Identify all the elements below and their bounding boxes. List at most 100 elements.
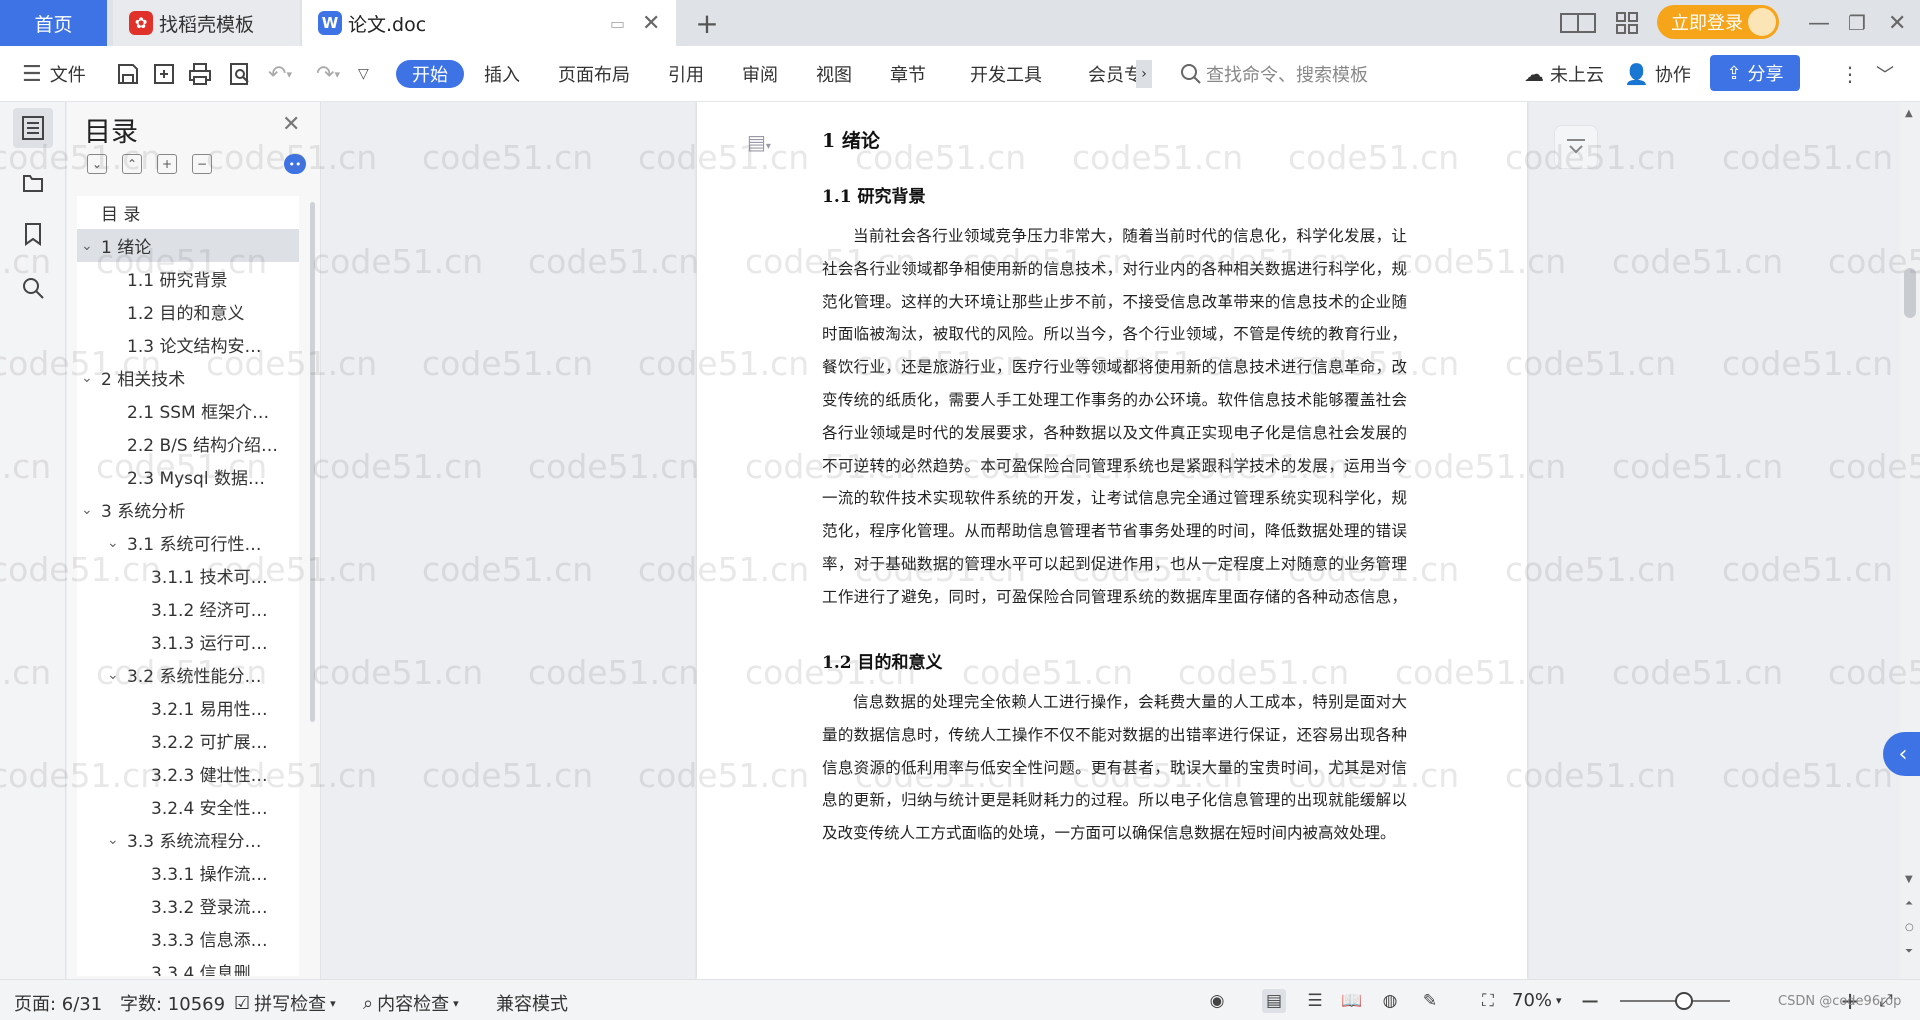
toc-item[interactable]: 2.1 SSM 框架介… [77,394,299,427]
scroll-up-icon[interactable]: ▲ [1905,108,1913,119]
add-heading-icon[interactable]: + [157,154,177,174]
fit-page-icon[interactable]: ⛶ [1476,989,1500,1013]
spell-check-button[interactable]: ☑ 拼写检查 ▾ [234,990,336,1016]
cloud-status-button[interactable]: ☁ 未上云 [1524,60,1604,88]
prev-page-icon[interactable]: ⏶ [1905,898,1913,909]
layout-toggle-icon[interactable] [1560,0,1596,46]
page-options-icon[interactable]: ▤▾ [747,130,771,154]
chevron-down-icon[interactable]: ⌄ [107,832,123,848]
web-view-icon[interactable]: ◍ [1378,989,1402,1013]
document-page[interactable]: ▤▾ 1 绪论 1.1 研究背景 当前社会各行业领域竞争压力非常大，随着当前时代… [697,102,1527,979]
page-view-icon[interactable]: ▤ [1262,989,1286,1013]
toc-item[interactable]: 1.2 目的和意义 [77,295,299,328]
content-check-button[interactable]: ⌕ 内容检查 ▾ [363,990,459,1016]
restore-icon[interactable]: ❐ [1848,0,1866,46]
share-button[interactable]: ⇪ 分享 [1710,55,1800,91]
ribbon-more-tabs-button[interactable]: › [1136,60,1152,88]
page-count[interactable]: 页面: 6/31 [14,990,102,1016]
chevron-down-icon[interactable]: ⌄ [81,370,97,386]
print-icon[interactable] [188,60,212,88]
chapter-nav-icon[interactable] [13,162,53,202]
close-icon[interactable]: ✕ [282,112,300,137]
tab-close-icon[interactable]: ✕ [642,11,660,36]
login-button[interactable]: 立即登录 [1657,5,1779,39]
more-options-icon[interactable]: ⋮ [1840,60,1860,88]
scroll-down-icon[interactable]: ▼ [1905,874,1913,885]
expand-level-icon[interactable]: ⌃ [122,154,142,174]
command-search[interactable]: 查找命令、搜索模板 [1180,60,1368,88]
toc-item[interactable]: ⌄ 1 绪论 [77,229,299,262]
tab-daoke-templates[interactable]: ✿ 找稻壳模板 [113,0,300,46]
bookmark-icon[interactable] [13,214,53,254]
minimize-icon[interactable]: — [1808,0,1830,46]
zoom-level[interactable]: 70% ▾ [1512,990,1562,1011]
vertical-scrollbar[interactable]: ▲ ▼ ⏶ ○ ⏷ [1900,102,1920,979]
word-count[interactable]: 字数: 10569 [120,990,225,1016]
redo-icon[interactable]: ↷ ▾ [316,60,340,88]
toc-item[interactable]: 3.3.3 信息添… [77,922,299,955]
toc-item[interactable]: 3.1.3 运行可… [77,625,299,658]
toc-icon[interactable] [13,108,53,148]
reading-view-icon[interactable]: 📖 [1340,989,1364,1013]
smart-toc-icon[interactable]: •• [284,154,306,174]
view-filter-icon[interactable] [1554,125,1598,169]
ribbon-tab-view[interactable]: 视图 [816,60,852,88]
print-preview-icon[interactable] [228,60,252,88]
toc-item[interactable]: ⌄ 2 相关技术 [77,361,299,394]
collaborate-button[interactable]: 👤 协作 [1624,60,1691,88]
ribbon-tab-insert[interactable]: 插入 [484,60,520,88]
toc-item[interactable]: 2.2 B/S 结构介绍… [77,427,299,460]
undo-icon[interactable]: ↶ ▾ [268,60,292,88]
find-icon[interactable] [13,268,53,308]
close-window-icon[interactable]: ✕ [1888,0,1906,46]
ribbon-tab-review[interactable]: 审阅 [742,60,778,88]
toc-item[interactable]: 3.2.1 易用性… [77,691,299,724]
outline-view-icon[interactable]: ☰ [1303,989,1327,1013]
toc-scrollbar[interactable] [310,202,315,722]
export-pdf-icon[interactable] [152,60,176,88]
ribbon-tab-layout[interactable]: 页面布局 [558,60,630,88]
toc-item[interactable]: 3.2.3 健壮性… [77,757,299,790]
collapse-all-icon[interactable]: ⌄ [87,154,107,174]
side-panel-toggle[interactable]: ‹ [1883,732,1920,776]
zoom-slider-knob[interactable] [1675,992,1693,1010]
toc-item[interactable]: 2.3 Mysql 数据… [77,460,299,493]
toc-item[interactable]: 1.3 论文结构安… [77,328,299,361]
toc-item[interactable]: 3.1.1 技术可… [77,559,299,592]
toc-item[interactable]: 3.2.2 可扩展… [77,724,299,757]
toc-item[interactable]: 3.1.2 经济可… [77,592,299,625]
tab-home[interactable]: 首页 [0,0,107,46]
write-mode-icon[interactable]: ✎ [1418,989,1442,1013]
quick-access-more-icon[interactable]: ▽ [358,60,369,88]
collapse-ribbon-icon[interactable]: ﹀ [1876,60,1894,88]
chevron-down-icon[interactable]: ⌄ [81,502,97,518]
file-menu[interactable]: ☰ 文件 [22,60,86,88]
select-browse-icon[interactable]: ○ [1905,922,1914,933]
toc-item[interactable]: 3.3.4 信息删… [77,955,299,976]
ribbon-tab-member[interactable]: 会员专 [1088,60,1142,88]
save-icon[interactable] [116,60,140,88]
ribbon-tab-developer[interactable]: 开发工具 [970,60,1042,88]
chevron-down-icon[interactable]: ⌄ [81,238,97,254]
toc-item[interactable]: 3.3.1 操作流… [77,856,299,889]
ribbon-tab-start[interactable]: 开始 [396,60,464,88]
eye-protection-icon[interactable]: ◉ [1205,989,1229,1013]
scroll-thumb[interactable] [1904,268,1916,318]
toc-item[interactable]: ⌄ 3 系统分析 [77,493,299,526]
chevron-down-icon[interactable]: ⌄ [107,667,123,683]
toc-item[interactable]: 目 录 [77,196,299,229]
new-tab-button[interactable]: + [690,0,724,46]
chevron-down-icon[interactable]: ⌄ [107,535,123,551]
zoom-out-icon[interactable]: − [1578,987,1602,1015]
toc-item[interactable]: 3.2.4 安全性… [77,790,299,823]
tab-document[interactable]: W 论文.doc ▭ ✕ [302,0,676,46]
apps-grid-icon[interactable] [1616,0,1638,46]
next-page-icon[interactable]: ⏷ [1905,946,1913,957]
toc-item[interactable]: ⌄ 3.1 系统可行性… [77,526,299,559]
ribbon-tab-references[interactable]: 引用 [668,60,704,88]
toc-item[interactable]: ⌄ 3.3 系统流程分… [77,823,299,856]
toc-item[interactable]: 3.3.2 登录流… [77,889,299,922]
toc-item[interactable]: 1.1 研究背景 [77,262,299,295]
remove-heading-icon[interactable]: − [192,154,212,174]
toc-item[interactable]: ⌄ 3.2 系统性能分… [77,658,299,691]
